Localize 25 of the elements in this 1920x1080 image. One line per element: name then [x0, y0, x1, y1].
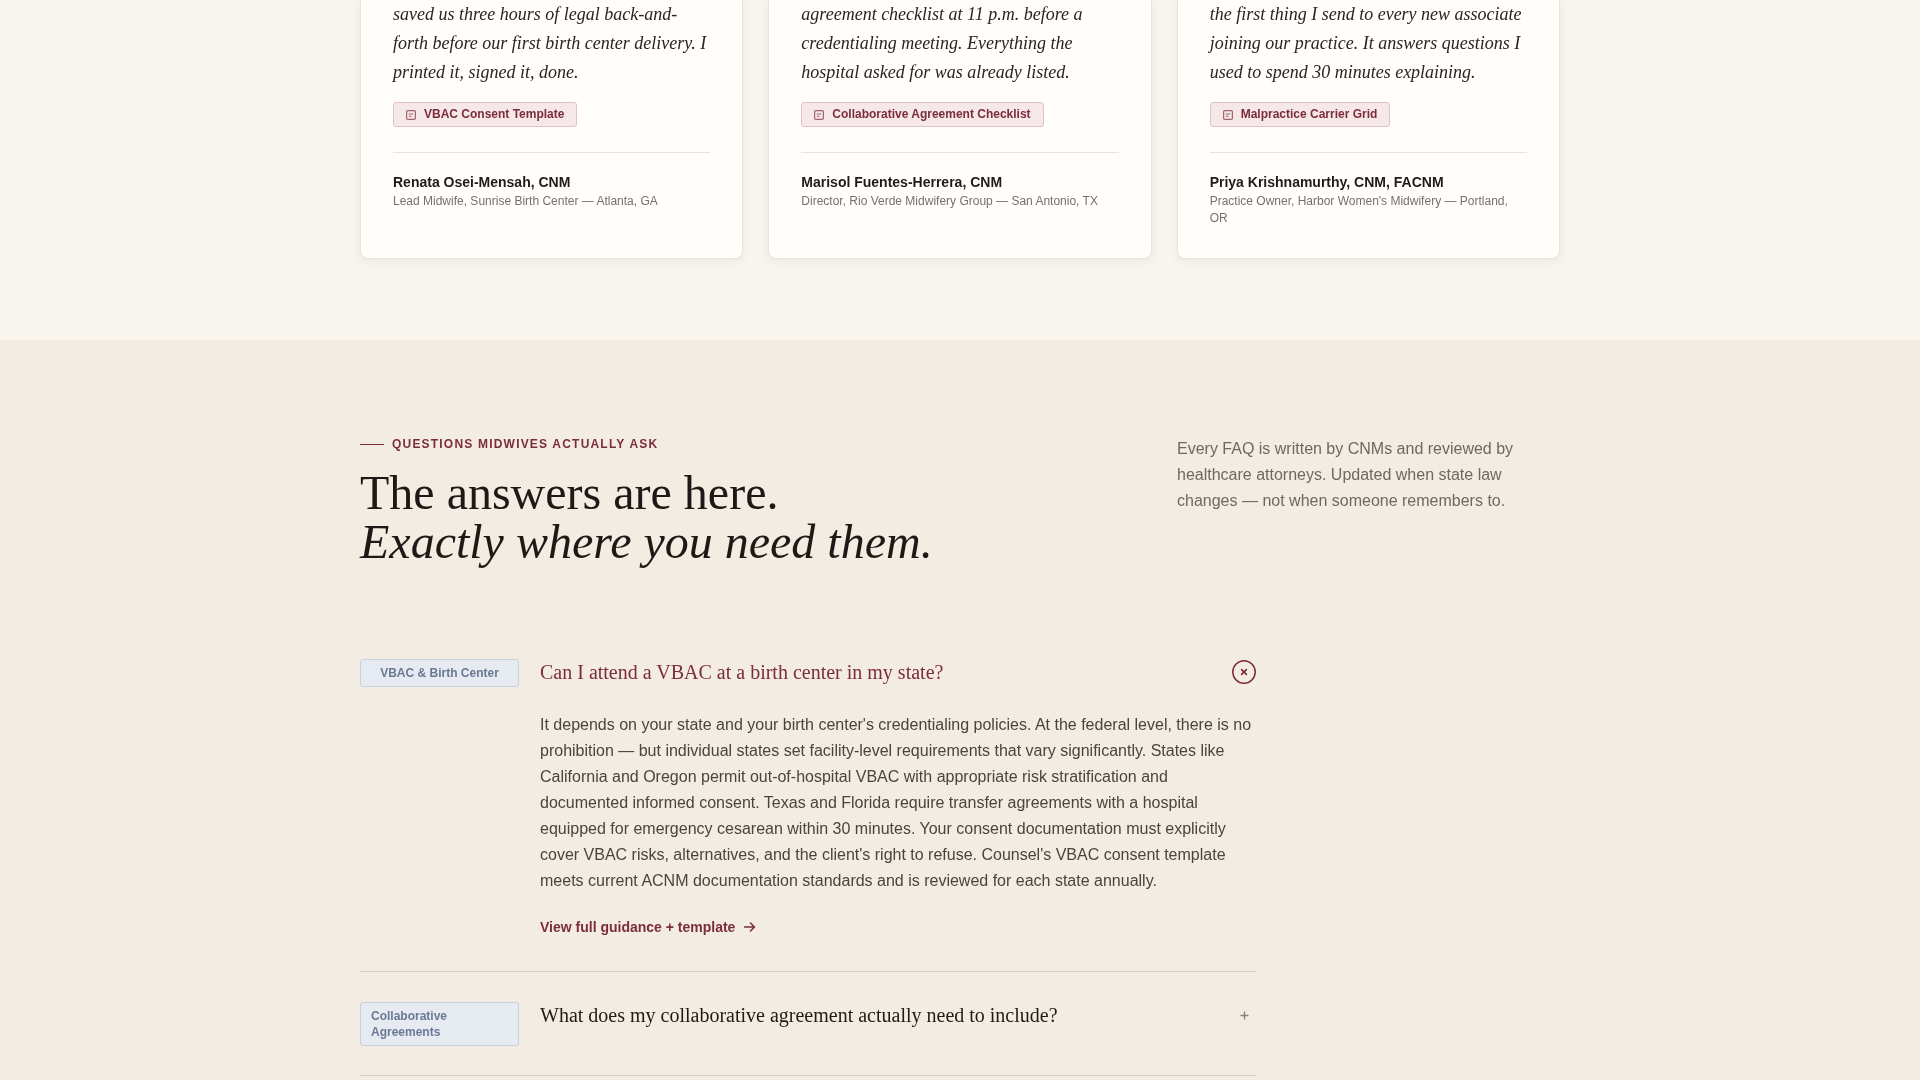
- arrow-icon: [744, 922, 757, 932]
- section-eyebrow: QUESTIONS MIDWIVES ACTUALLY ASK: [392, 436, 659, 452]
- author-name: Priya Krishnamurthy, CNM, FACNM: [1209, 173, 1445, 191]
- document-icon: [814, 109, 825, 120]
- resource-link[interactable]: VBAC Consent Template: [393, 102, 578, 127]
- guidance-link[interactable]: View full guidance + template: [540, 918, 757, 936]
- author-role: Lead Midwife, Sunrise Birth Center — Atlanta, GA: [393, 193, 659, 210]
- author-name: Marisol Fuentes-Herrera, CNM: [801, 173, 1004, 191]
- faq-answer: It depends on your state and your birth center's credentialing policies. At the federal level, there is no prohibition — but individual states set facility-level requirements that vary significantly. States like California and Oregon permit out-of-hospital VBAC with appropriate risk stratification and documented informed consent. Texas and Florida require transfer agreements with a hospital equipped for emergency cesarean within 30 minutes. Your consent documentation must explicitly cover VBAC risks, alternatives, and the client's right to refuse. Counsel's VBAC consent template meets current ACNM documentation standards and is reviewed for each state annually.: [540, 715, 1253, 891]
- section-heading: The answers are here. Exactly where you need them.: [360, 468, 934, 566]
- question-toggle[interactable]: Can I attend a VBAC at a birth center in my state?: [540, 659, 1256, 685]
- testimonial-quote: agreement checklist at 11 p.m. before a credentialing meeting. Everything the hospital asked for was already listed.: [801, 3, 1084, 84]
- testimonial-quote: the first thing I send to every new associate joining our practice. It answers questions I used to spend 30 minutes explaining.: [1209, 3, 1523, 84]
- question-toggle[interactable]: What does my collaborative agreement actually need to include?: [540, 1002, 1256, 1028]
- resource-link[interactable]: Malpractice Carrier Grid: [1209, 102, 1391, 127]
- category-tag: Collaborative Agreements: [360, 1002, 519, 1046]
- author-name: Renata Osei-Mensah, CNM: [393, 173, 572, 191]
- testimonial-quote: saved us three hours of legal back-and-forth before our first birth center delivery. I printed it, signed it, done.: [393, 3, 708, 84]
- document-icon: [1222, 109, 1233, 120]
- section-intro: Every FAQ is written by CNMs and reviewed by healthcare attorneys. Updated when state law changes — not when someone remembers to.: [1177, 439, 1515, 511]
- author-role: Practice Owner, Harbor Women's Midwifery — Portland, OR: [1209, 193, 1509, 227]
- document-icon: [406, 109, 416, 120]
- category-tag: VBAC & Birth Center: [360, 659, 519, 687]
- author-role: Director, Rio Verde Midwifery Group — San Antonio, TX: [801, 193, 1099, 210]
- resource-link[interactable]: Collaborative Agreement Checklist: [801, 102, 1044, 127]
